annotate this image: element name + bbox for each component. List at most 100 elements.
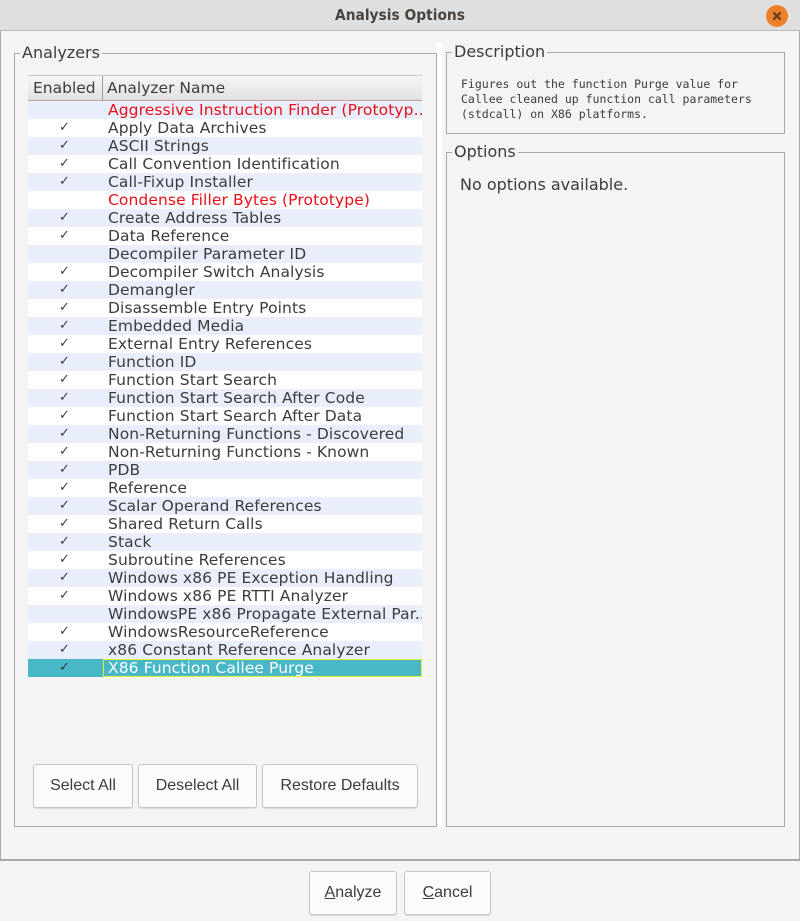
checkmark-icon[interactable]: ✓ — [28, 551, 103, 569]
checkmark-icon[interactable]: ✓ — [28, 659, 103, 677]
checkmark-icon[interactable]: ✓ — [28, 155, 103, 173]
analyze-label: nalyze — [335, 884, 382, 901]
table-row[interactable]: ✓ Non-Returning Functions - Discovered — [28, 425, 422, 443]
analyzer-name: x86 Constant Reference Analyzer — [108, 641, 370, 659]
checkmark-icon[interactable]: ✓ — [28, 137, 103, 155]
table-row[interactable]: ✓ x86 Constant Reference Analyzer — [28, 641, 422, 659]
checkmark-icon[interactable]: ✓ — [28, 407, 103, 425]
checkmark-icon[interactable]: ✓ — [28, 623, 103, 641]
analyzer-name: Condense Filler Bytes (Prototype) — [108, 191, 371, 209]
table-row[interactable]: ✓ Function Start Search After Data — [28, 407, 422, 425]
close-button[interactable] — [766, 5, 788, 27]
analyzers-table: Enabled Analyzer Name Aggressive Instruc… — [28, 75, 422, 677]
table-row[interactable]: ✓ Call Convention Identification — [28, 155, 422, 173]
table-row[interactable]: ✓ Demangler — [28, 281, 422, 299]
analyzer-name: Disassemble Entry Points — [108, 299, 307, 317]
checkmark-icon[interactable]: ✓ — [28, 335, 103, 353]
table-row[interactable]: ✓ PDB — [28, 461, 422, 479]
checkmark-icon[interactable]: ✓ — [28, 443, 103, 461]
analyzer-name: Embedded Media — [108, 317, 245, 335]
checkmark-icon[interactable]: ✓ — [28, 317, 103, 335]
select-all-button[interactable]: Select All — [33, 764, 133, 808]
close-icon — [773, 12, 781, 20]
table-row[interactable]: Decompiler Parameter ID — [28, 245, 422, 263]
table-row[interactable]: ✓ Decompiler Switch Analysis — [28, 263, 422, 281]
checkmark-icon[interactable]: ✓ — [28, 515, 103, 533]
analyzer-name: Demangler — [108, 281, 195, 299]
table-row[interactable]: WindowsPE x86 Propagate External Par... — [28, 605, 422, 623]
checkmark-icon[interactable]: ✓ — [28, 425, 103, 443]
table-row[interactable]: ✓ Apply Data Archives — [28, 119, 422, 137]
deselect-all-button[interactable]: Deselect All — [138, 764, 257, 808]
analyzer-name: PDB — [108, 461, 141, 479]
analyzer-name: Function ID — [108, 353, 197, 371]
checkmark-icon[interactable]: ✓ — [28, 353, 103, 371]
checkmark-icon[interactable]: ✓ — [28, 497, 103, 515]
column-header-analyzer-name[interactable]: Analyzer Name — [103, 76, 422, 100]
description-group-label: Description — [452, 42, 548, 62]
options-group: Options No options available. — [446, 142, 785, 827]
table-row-selected[interactable]: ✓ X86 Function Callee Purge — [28, 659, 422, 677]
table-row[interactable]: ✓ WindowsResourceReference — [28, 623, 422, 641]
analyzer-name: External Entry References — [108, 335, 313, 353]
table-row[interactable]: ✓ Disassemble Entry Points — [28, 299, 422, 317]
analyzer-name: Subroutine References — [108, 551, 286, 569]
table-row[interactable]: ✓ Function Start Search — [28, 371, 422, 389]
table-row[interactable]: ✓ Non-Returning Functions - Known — [28, 443, 422, 461]
table-row[interactable]: ✓ External Entry References — [28, 335, 422, 353]
analyzer-name: Stack — [108, 533, 152, 551]
cancel-button[interactable]: Cancel — [404, 871, 491, 915]
table-row[interactable]: ✓ Windows x86 PE Exception Handling — [28, 569, 422, 587]
checkmark-icon[interactable]: ✓ — [28, 263, 103, 281]
table-row[interactable]: ✓ Create Address Tables — [28, 209, 422, 227]
table-row[interactable]: ✓ Stack — [28, 533, 422, 551]
analyzer-name: Reference — [108, 479, 187, 497]
analyzer-name: Non-Returning Functions - Discovered — [108, 425, 405, 443]
table-row[interactable]: ✓ Data Reference — [28, 227, 422, 245]
analyzer-name: Function Start Search After Data — [108, 407, 363, 425]
checkmark-icon[interactable]: ✓ — [28, 299, 103, 317]
restore-defaults-button[interactable]: Restore Defaults — [262, 764, 418, 808]
table-row[interactable]: ✓ Subroutine References — [28, 551, 422, 569]
enabled-checkbox-empty[interactable] — [28, 191, 103, 209]
checkmark-icon[interactable]: ✓ — [28, 479, 103, 497]
table-row[interactable]: ✓ Function ID — [28, 353, 422, 371]
table-row[interactable]: ✓ Call-Fixup Installer — [28, 173, 422, 191]
table-row[interactable]: Aggressive Instruction Finder (Prototyp.… — [28, 101, 422, 119]
enabled-checkbox-empty[interactable] — [28, 101, 103, 119]
column-header-enabled[interactable]: Enabled — [28, 76, 103, 100]
analyze-button[interactable]: Analyze — [309, 871, 397, 915]
checkmark-icon[interactable]: ✓ — [28, 119, 103, 137]
checkmark-icon[interactable]: ✓ — [28, 569, 103, 587]
analyzer-name: Data Reference — [108, 227, 230, 245]
checkmark-icon[interactable]: ✓ — [28, 371, 103, 389]
analyze-mnemonic: A — [324, 884, 336, 901]
checkmark-icon[interactable]: ✓ — [28, 209, 103, 227]
table-row[interactable]: ✓ Embedded Media — [28, 317, 422, 335]
checkmark-icon[interactable]: ✓ — [28, 461, 103, 479]
checkmark-icon[interactable]: ✓ — [28, 641, 103, 659]
checkmark-icon[interactable]: ✓ — [28, 389, 103, 407]
analyzer-name: Call-Fixup Installer — [108, 173, 253, 191]
enabled-checkbox-empty[interactable] — [28, 245, 103, 263]
table-row[interactable]: Condense Filler Bytes (Prototype) — [28, 191, 422, 209]
checkmark-icon[interactable]: ✓ — [28, 533, 103, 551]
table-row[interactable]: ✓ Shared Return Calls — [28, 515, 422, 533]
options-group-label: Options — [452, 142, 518, 162]
table-row[interactable]: ✓ Windows x86 PE RTTI Analyzer — [28, 587, 422, 605]
analyzer-name: WindowsResourceReference — [108, 623, 329, 641]
enabled-checkbox-empty[interactable] — [28, 605, 103, 623]
checkmark-icon[interactable]: ✓ — [28, 227, 103, 245]
table-row[interactable]: ✓ Function Start Search After Code — [28, 389, 422, 407]
table-body: Aggressive Instruction Finder (Prototyp.… — [28, 101, 422, 677]
description-text: Figures out the function Purge value for… — [461, 77, 752, 121]
table-row[interactable]: ✓ ASCII Strings — [28, 137, 422, 155]
no-options-text: No options available. — [460, 175, 629, 194]
analyzer-name: Non-Returning Functions - Known — [108, 443, 370, 461]
table-row[interactable]: ✓ Scalar Operand References — [28, 497, 422, 515]
checkmark-icon[interactable]: ✓ — [28, 173, 103, 191]
table-row[interactable]: ✓ Reference — [28, 479, 422, 497]
checkmark-icon[interactable]: ✓ — [28, 281, 103, 299]
analyzer-name: Function Start Search After Code — [108, 389, 365, 407]
checkmark-icon[interactable]: ✓ — [28, 587, 103, 605]
